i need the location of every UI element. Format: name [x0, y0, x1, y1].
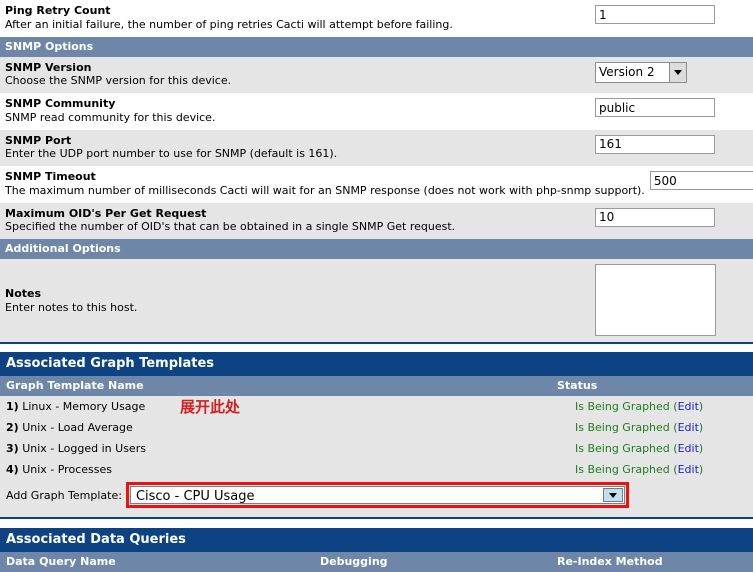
field-control-ping-retry-count [595, 0, 753, 28]
status-badge: Is Being Graphed [575, 400, 670, 413]
field-control-snmp-timeout [649, 166, 753, 194]
graph-templates-column-header: Graph Template Name Status [0, 376, 753, 396]
snmp-port-input[interactable] [595, 134, 715, 154]
edit-link[interactable]: Edit [678, 442, 699, 455]
field-row-snmp-port: SNMP Port Enter the UDP port number to u… [0, 129, 753, 167]
graph-template-status-cell: Is Being Graphed (Edit) [575, 421, 753, 434]
row-label: Unix - Processes [22, 463, 112, 476]
section-header-snmp-options: SNMP Options [0, 36, 753, 57]
field-description: SNMP read community for this device. [5, 110, 216, 124]
column-header-reindex-method: Re-Index Method [557, 555, 663, 568]
field-control-snmp-community [595, 93, 753, 121]
field-description: After an initial failure, the number of … [5, 17, 453, 31]
field-name: SNMP Port [5, 133, 72, 147]
chevron-down-icon[interactable] [602, 488, 623, 502]
snmp-version-select[interactable]: Version 2 [595, 61, 687, 83]
field-name: SNMP Community [5, 97, 116, 110]
field-name: SNMP Timeout [5, 170, 96, 183]
paren-close: ) [698, 442, 704, 455]
field-name: Notes [5, 286, 42, 300]
graph-template-name-cell: 4) Unix - Processes [0, 463, 575, 476]
section-header-associated-graph-templates: Associated Graph Templates [0, 352, 753, 376]
field-label-snmp-port: SNMP Port Enter the UDP port number to u… [0, 130, 595, 167]
graph-templates-list: 1) Linux - Memory Usage Is Being Graphed… [0, 396, 753, 480]
field-label-snmp-timeout: SNMP Timeout The maximum number of milli… [0, 166, 650, 203]
ping-retry-count-input[interactable] [595, 5, 715, 24]
data-queries-column-header: Data Query Name Debugging Re-Index Metho… [0, 552, 753, 572]
field-description: Enter notes to this host. [5, 300, 138, 314]
spacer [0, 344, 753, 352]
field-name: Ping Retry Count [5, 4, 111, 17]
row-index: 2) [6, 421, 19, 434]
notes-textarea[interactable] [595, 263, 716, 336]
snmp-community-input[interactable] [595, 98, 715, 117]
edit-link[interactable]: Edit [678, 400, 699, 413]
status-badge: Is Being Graphed [575, 421, 670, 434]
paren-close: ) [698, 400, 704, 413]
row-index: 1) [6, 400, 19, 413]
table-row[interactable]: 4) Unix - Processes Is Being Graphed (Ed… [0, 459, 753, 480]
add-graph-template-row: Add Graph Template: Cisco - CPU Usage [0, 480, 753, 510]
spacer [0, 510, 753, 517]
field-row-notes: Notes Enter notes to this host. [0, 259, 753, 342]
field-description: Specified the number of OID's that can b… [5, 220, 456, 234]
row-index: 4) [6, 463, 19, 476]
field-control-max-oids [595, 203, 753, 231]
field-row-ping-retry-count: Ping Retry Count After an initial failur… [0, 0, 753, 37]
table-row[interactable]: 3) Unix - Logged in Users Is Being Graph… [0, 438, 753, 459]
column-header-status: Status [557, 379, 598, 392]
graph-template-name-cell: 2) Unix - Load Average [0, 421, 575, 434]
annotation-highlight-box: Cisco - CPU Usage [125, 482, 629, 508]
table-row[interactable]: 2) Unix - Load Average Is Being Graphed … [0, 417, 753, 438]
graph-template-status-cell: Is Being Graphed (Edit) [575, 463, 753, 476]
edit-link[interactable]: Edit [678, 421, 699, 434]
section-header-associated-data-queries: Associated Data Queries [0, 528, 753, 552]
field-label-snmp-community: SNMP Community SNMP read community for t… [0, 93, 595, 130]
spacer [0, 519, 753, 528]
row-index: 3) [6, 442, 19, 455]
snmp-timeout-input[interactable] [649, 171, 753, 190]
max-oids-input[interactable] [595, 207, 715, 227]
paren-close: ) [698, 463, 704, 476]
snmp-version-selected-value: Version 2 [599, 64, 655, 79]
row-label: Linux - Memory Usage [22, 400, 146, 413]
column-header-data-query-name: Data Query Name [6, 555, 116, 568]
field-control-snmp-port [595, 130, 753, 158]
graph-template-name-cell: 1) Linux - Memory Usage [0, 400, 575, 413]
column-header-graph-template-name: Graph Template Name [6, 379, 144, 392]
graph-template-name-cell: 3) Unix - Logged in Users [0, 442, 575, 455]
paren-close: ) [698, 421, 704, 434]
field-description: Enter the UDP port number to use for SNM… [5, 147, 338, 161]
row-label: Unix - Logged in Users [22, 442, 146, 455]
add-graph-template-label: Add Graph Template: [6, 488, 122, 502]
add-graph-template-selected-value: Cisco - CPU Usage [135, 489, 255, 503]
field-label-notes: Notes Enter notes to this host. [0, 287, 595, 315]
field-row-snmp-community: SNMP Community SNMP read community for t… [0, 93, 753, 130]
table-row[interactable]: 1) Linux - Memory Usage Is Being Graphed… [0, 396, 753, 417]
section-header-additional-options: Additional Options [0, 239, 753, 259]
field-description: Choose the SNMP version for this device. [5, 74, 232, 88]
field-row-max-oids: Maximum OID's Per Get Request Specified … [0, 202, 753, 240]
annotation-text: 展开此处 [180, 398, 241, 416]
status-badge: Is Being Graphed [575, 463, 670, 476]
row-label: Unix - Load Average [22, 421, 133, 434]
add-graph-template-select[interactable]: Cisco - CPU Usage [129, 486, 625, 504]
field-control-snmp-version: Version 2 [595, 57, 753, 87]
column-header-debugging: Debugging [320, 555, 388, 568]
field-row-snmp-version: SNMP Version Choose the SNMP version for… [0, 56, 753, 94]
field-row-snmp-timeout: SNMP Timeout The maximum number of milli… [0, 166, 753, 203]
graph-template-status-cell: Is Being Graphed (Edit) [575, 400, 753, 413]
chevron-down-icon[interactable] [669, 62, 686, 82]
field-label-snmp-version: SNMP Version Choose the SNMP version for… [0, 57, 595, 94]
edit-link[interactable]: Edit [678, 463, 699, 476]
field-name: SNMP Version [5, 60, 92, 74]
field-description: The maximum number of milliseconds Cacti… [5, 183, 645, 197]
field-control-notes [595, 259, 753, 343]
field-label-max-oids: Maximum OID's Per Get Request Specified … [0, 203, 595, 240]
field-name: Maximum OID's Per Get Request [5, 206, 207, 220]
graph-template-status-cell: Is Being Graphed (Edit) [575, 442, 753, 455]
status-badge: Is Being Graphed [575, 442, 670, 455]
field-label-ping-retry-count: Ping Retry Count After an initial failur… [0, 0, 595, 37]
